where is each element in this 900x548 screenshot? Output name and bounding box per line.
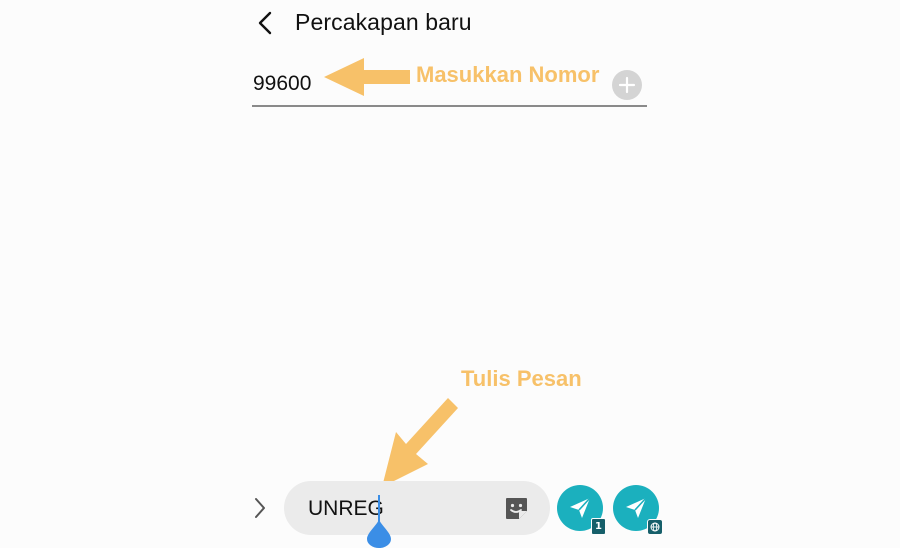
cursor-handle[interactable] [364, 518, 394, 548]
back-button[interactable] [250, 6, 280, 40]
annotation-write-message: Tulis Pesan [461, 366, 582, 391]
recipient-underline [252, 105, 647, 107]
sticker-button[interactable] [503, 495, 530, 522]
sim-badge: 1 [591, 518, 606, 535]
expand-button[interactable] [248, 493, 272, 523]
add-contact-button[interactable] [612, 70, 642, 100]
chevron-left-icon [258, 11, 272, 35]
globe-badge [647, 519, 663, 535]
chevron-right-icon [255, 498, 265, 518]
arrow-annotation-number [324, 58, 410, 96]
annotation-enter-number: Masukkan Nomor [416, 62, 600, 87]
message-input[interactable]: UNREG [308, 495, 498, 523]
globe-icon [650, 522, 660, 532]
arrow-annotation-message [382, 398, 458, 487]
plus-icon [618, 76, 636, 94]
send-web-button[interactable] [613, 485, 663, 535]
send-icon [626, 497, 647, 518]
sticker-icon [506, 498, 527, 519]
send-sim1-button[interactable]: 1 [557, 485, 606, 535]
page-title: Percakapan baru [295, 9, 472, 35]
send-icon [570, 497, 591, 518]
